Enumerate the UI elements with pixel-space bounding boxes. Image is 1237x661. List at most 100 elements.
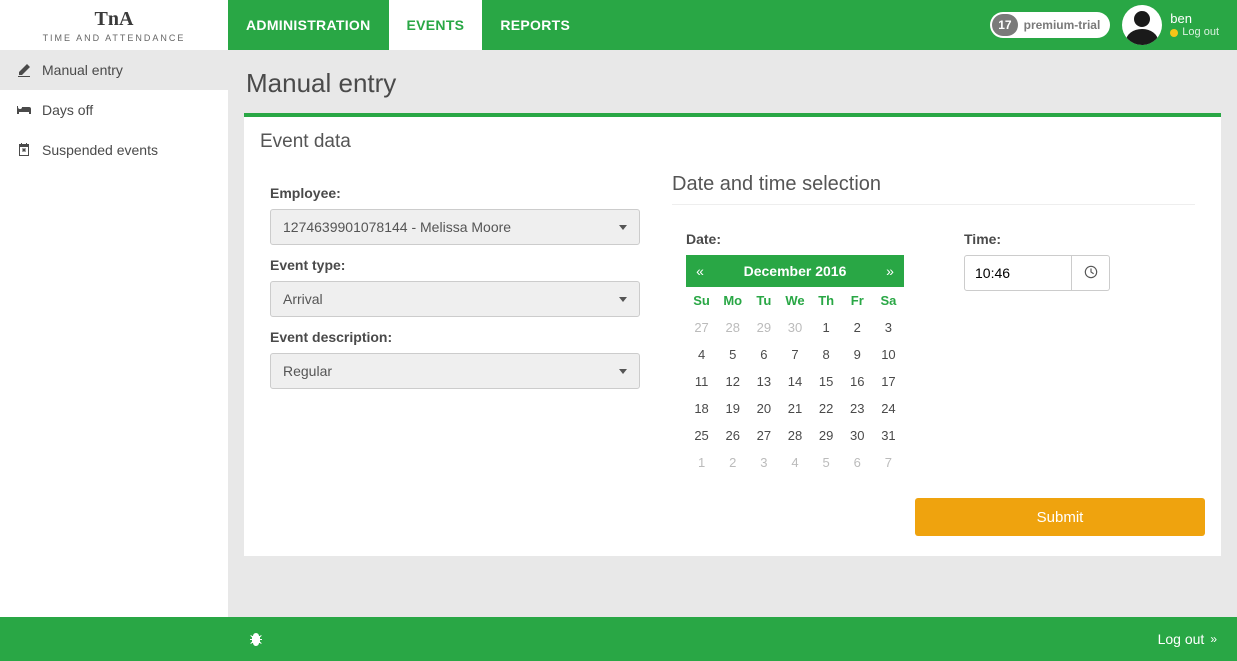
calendar-day[interactable]: 5	[717, 341, 748, 368]
calendar-day[interactable]: 30	[842, 422, 873, 449]
employee-select[interactable]: 1274639901078144 - Melissa Moore	[270, 209, 640, 245]
calendar-day[interactable]: 27	[686, 314, 717, 341]
calendar-dow: Su	[686, 287, 717, 314]
calendar-day[interactable]: 18	[686, 395, 717, 422]
calendar-day[interactable]: 25	[686, 422, 717, 449]
calendar-day[interactable]: 1	[686, 449, 717, 476]
footer-logout-link[interactable]: Log out »	[1158, 631, 1217, 647]
calendar-day[interactable]: 5	[811, 449, 842, 476]
trial-badge[interactable]: 17 premium-trial	[990, 12, 1110, 38]
nav-administration[interactable]: ADMINISTRATION	[228, 0, 389, 50]
calendar-day[interactable]: 6	[748, 341, 779, 368]
datetime-heading: Date and time selection	[672, 173, 1195, 196]
brand-logo-subtext: TIME AND ATTENDANCE	[43, 33, 186, 43]
calendar-day[interactable]: 27	[748, 422, 779, 449]
calendar-day[interactable]: 7	[779, 341, 810, 368]
calendar-week-row: 11121314151617	[686, 368, 904, 395]
calendar-dow: Mo	[717, 287, 748, 314]
footer: Log out »	[0, 617, 1237, 661]
calendar-day[interactable]: 17	[873, 368, 904, 395]
chevron-double-right-icon: »	[1210, 632, 1217, 646]
event-description-label: Event description:	[270, 329, 640, 345]
calendar-day[interactable]: 12	[717, 368, 748, 395]
calendar-day[interactable]: 28	[779, 422, 810, 449]
calendar-day[interactable]: 13	[748, 368, 779, 395]
calendar-week-row: 25262728293031	[686, 422, 904, 449]
calendar-day[interactable]: 21	[779, 395, 810, 422]
calendar-day[interactable]: 30	[779, 314, 810, 341]
calendar-day[interactable]: 31	[873, 422, 904, 449]
calendar-day[interactable]: 4	[686, 341, 717, 368]
calendar-day[interactable]: 24	[873, 395, 904, 422]
sidebar-item-label: Manual entry	[42, 62, 123, 78]
calendar-day[interactable]: 4	[779, 449, 810, 476]
clock-icon	[1084, 265, 1098, 282]
calendar-day[interactable]: 1	[811, 314, 842, 341]
time-label: Time:	[964, 231, 1110, 247]
calendar-day[interactable]: 3	[873, 314, 904, 341]
calendar-day[interactable]: 6	[842, 449, 873, 476]
calendar-prev-button[interactable]: «	[686, 263, 714, 279]
avatar[interactable]	[1122, 5, 1162, 45]
sidebar-item-label: Days off	[42, 102, 93, 118]
calendar-day[interactable]: 16	[842, 368, 873, 395]
nav-events[interactable]: EVENTS	[389, 0, 483, 50]
calendar-day[interactable]: 8	[811, 341, 842, 368]
date-label: Date:	[686, 231, 904, 247]
sidebar: Manual entry Days off Suspended events	[0, 50, 228, 617]
brand-logo-text: TnA	[95, 8, 134, 31]
calendar-dow: Fr	[842, 287, 873, 314]
calendar-day[interactable]: 15	[811, 368, 842, 395]
calendar-day[interactable]: 2	[717, 449, 748, 476]
form-column: Employee: 1274639901078144 - Melissa Moo…	[270, 173, 640, 476]
calendar-week-row: 18192021222324	[686, 395, 904, 422]
datetime-column: Date and time selection Date: « December…	[672, 173, 1205, 476]
user-block: ben Log out	[1122, 0, 1237, 50]
sidebar-item-label: Suspended events	[42, 142, 158, 158]
event-type-select-value: Arrival	[283, 291, 323, 307]
calendar-day[interactable]: 29	[748, 314, 779, 341]
calendar-day[interactable]: 2	[842, 314, 873, 341]
page-title: Manual entry	[246, 68, 1221, 99]
time-input[interactable]	[964, 255, 1072, 291]
chevron-down-icon	[619, 369, 627, 374]
calendar-title[interactable]: December 2016	[714, 263, 876, 279]
submit-button[interactable]: Submit	[915, 498, 1205, 536]
calendar-next-button[interactable]: »	[876, 263, 904, 279]
event-type-select[interactable]: Arrival	[270, 281, 640, 317]
bed-icon	[16, 102, 32, 118]
calendar-day[interactable]: 28	[717, 314, 748, 341]
sidebar-item-suspended-events[interactable]: Suspended events	[0, 130, 228, 170]
calendar-day[interactable]: 29	[811, 422, 842, 449]
calendar-day[interactable]: 3	[748, 449, 779, 476]
main-nav: ADMINISTRATION EVENTS REPORTS	[228, 0, 588, 50]
calendar-day[interactable]: 23	[842, 395, 873, 422]
calendar-week-row: 27282930123	[686, 314, 904, 341]
calendar-day[interactable]: 19	[717, 395, 748, 422]
sidebar-item-days-off[interactable]: Days off	[0, 90, 228, 130]
calendar-day[interactable]: 26	[717, 422, 748, 449]
time-picker-button[interactable]	[1072, 255, 1110, 291]
event-description-select[interactable]: Regular	[270, 353, 640, 389]
footer-logout-label: Log out	[1158, 631, 1205, 647]
calendar-day[interactable]: 10	[873, 341, 904, 368]
sidebar-item-manual-entry[interactable]: Manual entry	[0, 50, 228, 90]
calendar-week-row: 45678910	[686, 341, 904, 368]
user-name: ben	[1170, 11, 1219, 27]
calendar-day[interactable]: 11	[686, 368, 717, 395]
bug-icon[interactable]	[248, 630, 264, 649]
calendar-day[interactable]: 7	[873, 449, 904, 476]
edit-icon	[16, 62, 32, 78]
calendar-day[interactable]: 22	[811, 395, 842, 422]
calendar-day[interactable]: 9	[842, 341, 873, 368]
employee-select-value: 1274639901078144 - Melissa Moore	[283, 219, 511, 235]
status-dot-icon	[1170, 29, 1178, 37]
calendar-day[interactable]: 14	[779, 368, 810, 395]
trial-badge-label: premium-trial	[1024, 18, 1101, 32]
event-type-label: Event type:	[270, 257, 640, 273]
calendar-day[interactable]: 20	[748, 395, 779, 422]
chevron-down-icon	[619, 297, 627, 302]
brand-logo[interactable]: TnA TIME AND ATTENDANCE	[0, 0, 228, 50]
nav-reports[interactable]: REPORTS	[482, 0, 588, 50]
topbar-logout-link[interactable]: Log out	[1182, 26, 1219, 39]
